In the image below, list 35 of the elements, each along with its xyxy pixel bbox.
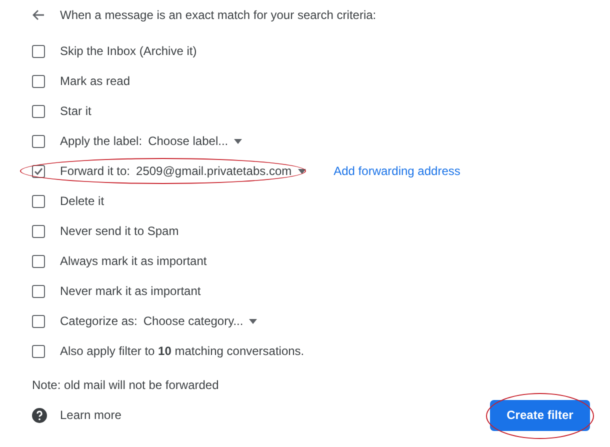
dropdown[interactable]: Choose category... xyxy=(143,314,258,328)
caret-icon xyxy=(298,168,306,174)
option-label: Star it xyxy=(60,104,92,118)
create-filter-button[interactable]: Create filter xyxy=(490,400,590,430)
help-icon[interactable] xyxy=(32,408,47,422)
dropdown[interactable]: 2509@gmail.privatetabs.com xyxy=(136,164,306,178)
option-label: Mark as read xyxy=(60,74,130,88)
option-label: Apply the label: xyxy=(60,134,142,148)
checkbox[interactable] xyxy=(32,224,45,238)
checkbox[interactable] xyxy=(32,104,45,118)
checkbox[interactable] xyxy=(32,74,45,88)
back-arrow-icon[interactable] xyxy=(32,9,45,21)
header-text: When a message is an exact match for your search criteria: xyxy=(60,8,376,22)
checkbox[interactable] xyxy=(32,344,45,358)
option-label: Never mark it as important xyxy=(60,284,201,298)
checkbox[interactable] xyxy=(32,284,45,298)
checkbox[interactable] xyxy=(32,314,45,328)
note-text: Note: old mail will not be forwarded xyxy=(32,378,219,392)
option-label: Always mark it as important xyxy=(60,254,207,268)
checkbox[interactable] xyxy=(32,194,45,208)
option-label: Also apply filter to 10 matching conversations. xyxy=(60,344,304,358)
checkbox[interactable] xyxy=(32,254,45,268)
option-label: Skip the Inbox (Archive it) xyxy=(60,44,197,58)
add-forwarding-link[interactable]: Add forwarding address xyxy=(334,164,460,178)
option-label: Categorize as: xyxy=(60,314,138,328)
caret-icon xyxy=(234,138,242,144)
option-label: Forward it to: xyxy=(60,164,130,178)
caret-icon xyxy=(249,318,258,324)
checkbox[interactable] xyxy=(32,44,45,58)
learn-more-link[interactable]: Learn more xyxy=(60,408,490,422)
dropdown[interactable]: Choose label... xyxy=(148,134,242,148)
checkbox[interactable] xyxy=(32,134,45,148)
checkbox[interactable] xyxy=(32,164,45,178)
option-label: Never send it to Spam xyxy=(60,224,179,238)
option-label: Delete it xyxy=(60,194,104,208)
